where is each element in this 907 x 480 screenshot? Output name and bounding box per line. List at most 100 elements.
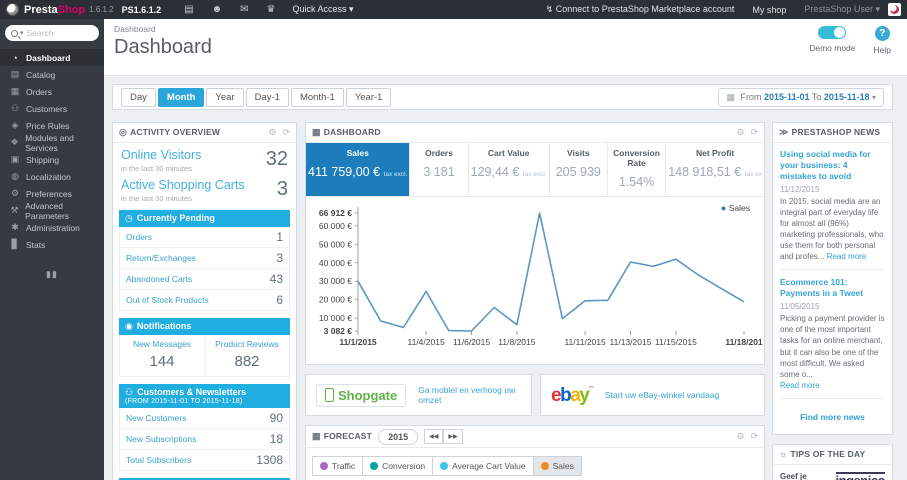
news-item-excerpt: In 2015, social media are an integral pa… [780, 197, 884, 262]
cart-icon[interactable]: ▤ [184, 4, 193, 15]
sidebar-item-catalog[interactable]: ▤ Catalog [0, 66, 104, 83]
shopgate-link[interactable]: Ga mobiel en verhoog uw omzet [418, 385, 521, 405]
sidebar-item-stats[interactable]: ▊ Stats [0, 236, 104, 253]
ebay-ad[interactable]: ebay™ Start uw eBay-winkel vandaag [540, 374, 765, 416]
legend-sales-button[interactable]: Sales [533, 456, 582, 476]
search-scope-caret-icon[interactable]: ▾ [20, 29, 24, 37]
news-item-title[interactable]: Using social media for your business: 4 … [780, 149, 885, 182]
metric-cart-value[interactable]: Cart Value 129,44 € tax excl. [469, 143, 550, 196]
tip-heading: Geef je Sales in het buitenland een Boos… [780, 471, 807, 480]
help-icon[interactable]: ? [874, 26, 890, 41]
legend-traffic-button[interactable]: Traffic [312, 456, 364, 476]
find-more-news-link[interactable]: Find more news [780, 406, 885, 430]
modules-icon: ❖ [10, 137, 19, 147]
product-reviews-link[interactable]: Product Reviews [207, 339, 287, 349]
new-subscriptions-link[interactable]: New Subscriptions [126, 434, 196, 444]
new-messages-link[interactable]: New Messages [122, 339, 202, 349]
sidebar-item-orders[interactable]: ▦ Orders [0, 83, 104, 100]
tab-year[interactable]: Year [206, 87, 244, 107]
collapse-menu-button[interactable]: ▮▮ [0, 269, 104, 280]
orders-link[interactable]: Orders [126, 232, 152, 242]
cell-value: 144 [149, 352, 175, 370]
customers-rows: New Customers 90 New Subscriptions 18 Tota… [119, 407, 290, 471]
tab-year-1[interactable]: Year-1 [345, 87, 392, 107]
online-visitors-row: Online Visitors in the last 30 minutes 3… [113, 143, 296, 173]
metric-visits[interactable]: Visits 205 939 [550, 143, 608, 196]
quick-access-menu[interactable]: Quick Access ▾ [292, 4, 353, 15]
table-row: New Subscriptions 18 [120, 429, 289, 450]
sidebar-item-customers[interactable]: ⚇ Customers [0, 100, 104, 117]
online-visitors-sub: in the last 30 minutes [121, 163, 192, 173]
tab-day[interactable]: Day [121, 87, 156, 107]
currently-pending-header: ◷ Currently Pending [119, 209, 290, 227]
next-year-button[interactable]: ▶▶ [443, 429, 463, 444]
sidebar-item-modules[interactable]: ❖ Modules and Services [0, 133, 104, 153]
table-row: Orders 1 [120, 227, 289, 248]
forecast-year: 2015 [378, 428, 419, 445]
sidebar-item-dashboard[interactable]: ◔ Dashboard [0, 49, 104, 66]
demo-mode-toggle[interactable] [818, 26, 847, 39]
previous-year-button[interactable]: ◀◀ [424, 429, 444, 444]
sidebar-item-label: Stats [26, 239, 46, 250]
sidebar-item-advanced-parameters[interactable]: ⚒ Advanced Parameters [0, 201, 104, 221]
news-item-excerpt: Picking a payment provider is one of the… [780, 314, 885, 390]
news-item-title[interactable]: Ecommerce 101: Payments in a Tweet [780, 277, 885, 299]
svg-text:30 000 €: 30 000 € [319, 276, 352, 286]
tab-month[interactable]: Month [157, 87, 205, 107]
svg-text:11/15/2015: 11/15/2015 [655, 337, 697, 347]
abandoned-carts-link[interactable]: Abandoned Carts [126, 274, 192, 284]
returns-link[interactable]: Return/Exchanges [126, 253, 196, 263]
brand-name[interactable]: PrestaShop [24, 4, 85, 16]
metric-orders[interactable]: Orders 3 181 [410, 143, 469, 196]
breadcrumb[interactable]: Dashboard [104, 19, 907, 34]
my-shop-link[interactable]: My shop [752, 5, 786, 15]
trophy-icon[interactable]: ♛ [267, 4, 276, 15]
customers-topbar-icon[interactable]: ☻ [212, 4, 223, 15]
sidebar-item-label: Preferences [26, 188, 72, 199]
messages-icon[interactable]: ✉ [240, 4, 248, 15]
tab-month-1[interactable]: Month-1 [290, 87, 344, 107]
search-input[interactable] [26, 28, 87, 38]
conversion-dot-icon [370, 462, 379, 470]
out-of-stock-link[interactable]: Out of Stock Products [126, 295, 209, 305]
gear-icon[interactable]: ⚙ [736, 431, 744, 442]
gear-icon[interactable]: ⚙ [736, 127, 744, 138]
metric-net-profit[interactable]: Net Profit 148 918,51 € tax ex [666, 143, 764, 196]
marketplace-connect-link[interactable]: ↯ Connect to PrestaShop Marketplace acco… [546, 4, 735, 15]
legend-avg-cart-value-button[interactable]: Average Cart Value [433, 456, 534, 476]
active-carts-link[interactable]: Active Shopping Carts [121, 178, 245, 193]
metric-conversion-rate[interactable]: Conversion Rate 1.54% [608, 143, 667, 196]
online-visitors-link[interactable]: Online Visitors [121, 148, 201, 163]
sidebar-item-administration[interactable]: ✱ Administration [0, 219, 104, 236]
sidebar-item-localization[interactable]: ◍ Localization [0, 168, 104, 185]
refresh-icon[interactable]: ⟳ [282, 127, 290, 138]
metric-sales[interactable]: Sales 411 759,00 € tax excl. [306, 143, 411, 196]
gear-icon[interactable]: ⚙ [268, 127, 276, 138]
table-row: Total Subscribers 1308 [120, 450, 289, 470]
tab-day-1[interactable]: Day-1 [245, 87, 289, 107]
preferences-icon: ⚙ [10, 188, 20, 198]
search-box[interactable]: ▾ [5, 25, 99, 41]
refresh-icon[interactable]: ⟳ [750, 431, 758, 442]
new-customers-link[interactable]: New Customers [126, 413, 186, 423]
localization-icon: ◍ [11, 171, 19, 181]
user-menu[interactable]: PrestaShop User ▾ [804, 4, 880, 15]
total-subscribers-link[interactable]: Total Subscribers [126, 455, 191, 465]
shopgate-ad[interactable]: Shopgate Ga mobiel en verhoog uw omzet [305, 374, 532, 416]
refresh-icon[interactable]: ⟳ [750, 127, 758, 138]
active-carts-value: 3 [276, 177, 288, 200]
sidebar-item-shipping[interactable]: ▣ Shipping [0, 151, 104, 168]
prestashop-logo[interactable] [6, 3, 19, 16]
legend-conversion-button[interactable]: Conversion [363, 456, 434, 476]
user-avatar[interactable] [888, 3, 901, 16]
customers-icon: ⚇ [10, 103, 20, 113]
sidebar-item-preferences[interactable]: ⚙ Preferences [0, 185, 104, 202]
ebay-link[interactable]: Start uw eBay-winkel vandaag [605, 390, 719, 400]
customers-newsletters-header: ⚇ Customers & Newsletters (FROM 2015-11-01… [119, 383, 290, 408]
read-more-link[interactable]: Read more [780, 381, 820, 390]
svg-text:66 912 €: 66 912 € [319, 208, 352, 218]
read-more-link[interactable]: Read more [827, 252, 867, 261]
sidebar-item-price-rules[interactable]: ◈ Price Rules [0, 117, 104, 134]
date-range-button[interactable]: ▦ From 2015-11-01 To 2015-11-18 ▾ [718, 87, 884, 107]
svg-text:50 000 €: 50 000 € [319, 239, 352, 249]
